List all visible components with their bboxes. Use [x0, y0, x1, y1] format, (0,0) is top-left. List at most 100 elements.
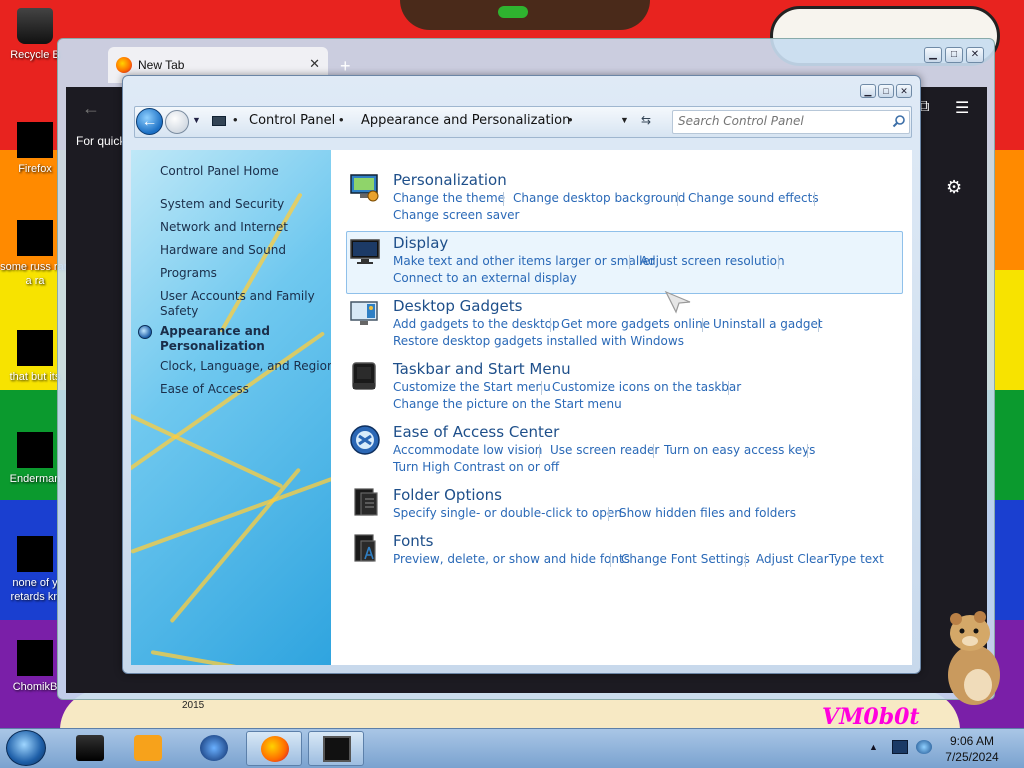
taskbar-browser[interactable] — [186, 731, 242, 766]
firefox-icon — [116, 57, 132, 73]
link-uninstall-gadget[interactable]: Uninstall a gadget — [713, 317, 823, 331]
firefox-icon — [261, 736, 289, 762]
hamster-image — [948, 611, 1000, 705]
link-high-contrast[interactable]: Turn High Contrast on or off — [393, 460, 559, 474]
quick-text: For quick — [76, 134, 126, 148]
close-tab-icon[interactable]: ✕ — [309, 56, 320, 72]
link-change-desktop-background[interactable]: Change desktop background — [513, 191, 685, 205]
link-change-font-settings[interactable]: Change Font Settings — [621, 552, 750, 566]
category-desktop-gadgets[interactable]: Desktop Gadgets — [393, 297, 522, 315]
minimize-button[interactable]: ▁ — [924, 47, 942, 63]
fonts-icon — [354, 534, 376, 562]
link-adjust-screen-resolution[interactable]: Adjust screen resolution — [640, 254, 785, 268]
category-personalization[interactable]: Personalization — [393, 171, 507, 189]
breadcrumb-separator[interactable]: • — [568, 112, 573, 127]
link-make-text-larger[interactable]: Make text and other items larger or smal… — [393, 254, 655, 268]
link-use-screen-reader[interactable]: Use screen reader — [550, 443, 659, 457]
nav-ease-of-access[interactable]: Ease of Access — [160, 382, 249, 397]
display-icon — [350, 239, 380, 264]
link-change-sound-effects[interactable]: Change sound effects — [688, 191, 819, 205]
menu-icon[interactable]: ☰ — [955, 98, 969, 118]
link-change-screen-saver[interactable]: Change screen saver — [393, 208, 520, 222]
ease-of-access-icon — [350, 425, 380, 455]
link-preview-delete-fonts[interactable]: Preview, delete, or show and hide fonts — [393, 552, 630, 566]
nav-programs[interactable]: Programs — [160, 266, 217, 281]
new-tab-button[interactable]: + — [340, 56, 351, 77]
globe-icon — [200, 735, 228, 761]
breadcrumb-control-panel[interactable]: Control Panel — [249, 113, 335, 128]
link-show-hidden-files[interactable]: Show hidden files and folders — [619, 506, 796, 520]
link-connect-external-display[interactable]: Connect to an external display — [393, 271, 577, 285]
control-panel-icon — [212, 116, 226, 126]
minimize-button[interactable]: ▁ — [860, 84, 876, 98]
taskbar-media-player[interactable] — [120, 731, 176, 766]
close-button[interactable]: ✕ — [896, 84, 912, 98]
taskbar-firefox[interactable] — [246, 731, 302, 766]
forward-button[interactable] — [165, 110, 189, 134]
gadgets-icon — [350, 301, 378, 325]
link-change-the-theme[interactable]: Change the theme — [393, 191, 505, 205]
category-folder-options[interactable]: Folder Options — [393, 486, 502, 504]
show-hidden-icons-icon[interactable]: ▲ — [869, 742, 878, 752]
recent-pages-dropdown[interactable]: ▼ — [192, 115, 201, 125]
recycle-bin-icon — [76, 735, 104, 761]
breadcrumb-separator[interactable]: • — [339, 112, 344, 127]
file-icon — [17, 220, 53, 256]
wallpaper-year-text: 2015 — [182, 700, 205, 711]
personalization-icon — [350, 174, 379, 202]
nav-user-accounts[interactable]: User Accounts and Family Safety — [160, 289, 320, 319]
volume-icon[interactable] — [916, 740, 932, 754]
nav-control-panel-home[interactable]: Control Panel Home — [160, 164, 279, 179]
start-button[interactable] — [6, 730, 46, 766]
category-fonts[interactable]: Fonts — [393, 532, 433, 550]
link-single-double-click[interactable]: Specify single- or double-click to open — [393, 506, 622, 520]
breadcrumb-separator[interactable]: • — [233, 112, 238, 127]
recycle-bin-icon — [17, 8, 53, 44]
link-easy-access-keys[interactable]: Turn on easy access keys — [664, 443, 815, 457]
link-restore-gadgets[interactable]: Restore desktop gadgets installed with W… — [393, 334, 684, 348]
nav-clock-language-region[interactable]: Clock, Language, and Region — [160, 359, 335, 374]
back-button[interactable]: ← — [136, 108, 163, 135]
search-icon[interactable] — [892, 114, 906, 128]
nav-system-and-security[interactable]: System and Security — [160, 197, 284, 212]
link-add-gadgets[interactable]: Add gadgets to the desktop — [393, 317, 560, 331]
gear-icon[interactable]: ⚙ — [946, 177, 962, 198]
link-accommodate-low-vision[interactable]: Accommodate low vision — [393, 443, 542, 457]
maximize-button[interactable]: □ — [945, 47, 963, 63]
file-icon — [17, 432, 53, 468]
link-get-more-gadgets[interactable]: Get more gadgets online — [561, 317, 710, 331]
category-ease-of-access-center[interactable]: Ease of Access Center — [393, 423, 559, 441]
category-taskbar-start-menu[interactable]: Taskbar and Start Menu — [393, 360, 571, 378]
back-button[interactable]: ← — [82, 98, 100, 119]
taskbar-icon — [352, 362, 376, 390]
mouse-cursor-icon — [664, 290, 691, 314]
taskbar-control-panel[interactable] — [308, 731, 364, 766]
link-adjust-cleartype[interactable]: Adjust ClearType text — [756, 552, 884, 566]
link-change-start-menu-picture[interactable]: Change the picture on the Start menu — [393, 397, 622, 411]
maximize-button[interactable]: □ — [878, 84, 894, 98]
clock-time[interactable]: 9:06 AM — [944, 734, 1000, 748]
clock-date[interactable]: 7/25/2024 — [940, 750, 1004, 764]
file-icon — [17, 330, 53, 366]
category-display[interactable]: Display — [393, 234, 448, 252]
breadcrumb-appearance[interactable]: Appearance and Personalization — [361, 113, 570, 128]
refresh-icon[interactable]: ⇆ — [641, 113, 651, 127]
wallpaper-text: VM0b0t — [822, 704, 920, 728]
link-customize-taskbar-icons[interactable]: Customize icons on the taskbar — [552, 380, 741, 394]
taskbar-recycle-bin[interactable] — [62, 731, 118, 766]
address-dropdown[interactable]: ▼ — [620, 115, 629, 125]
nav-network-and-internet[interactable]: Network and Internet — [160, 220, 288, 235]
network-icon[interactable] — [892, 740, 908, 754]
close-button[interactable]: ✕ — [966, 47, 984, 63]
folder-options-icon — [354, 488, 378, 516]
firefox-icon — [17, 122, 53, 158]
file-icon — [17, 536, 53, 572]
nav-hardware-and-sound[interactable]: Hardware and Sound — [160, 243, 286, 258]
nav-appearance-and-personalization[interactable]: Appearance and Personalization — [160, 324, 280, 354]
current-page-bullet-icon — [138, 325, 152, 339]
link-customize-start-menu[interactable]: Customize the Start menu — [393, 380, 551, 394]
search-input[interactable] — [678, 114, 878, 128]
wallpaper-shape — [498, 6, 528, 18]
control-panel-window-controls: ▁ □ ✕ — [860, 84, 912, 98]
tab-title: New Tab — [138, 58, 185, 72]
